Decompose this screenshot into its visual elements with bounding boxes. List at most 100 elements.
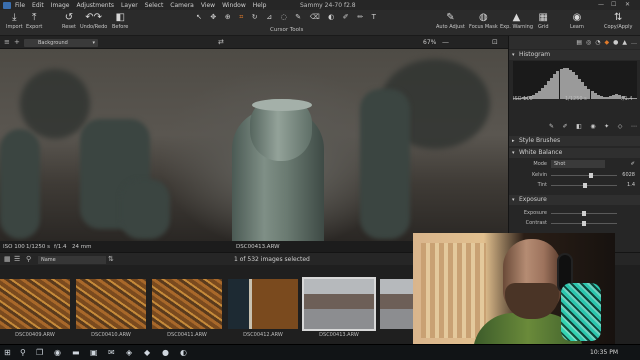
- layer-select[interactable]: Background ▾: [24, 39, 98, 47]
- learn-button[interactable]: ◉ Learn: [570, 12, 584, 30]
- white-balance-header[interactable]: ▾ White Balance: [509, 148, 640, 158]
- auto-adjust-button[interactable]: ✎ Auto Adjust: [436, 12, 465, 30]
- capture-one-taskbar-icon[interactable]: ◐: [180, 348, 187, 357]
- task-view-icon[interactable]: ❐: [36, 348, 43, 357]
- thumbnail-image-selected[interactable]: [302, 277, 376, 331]
- tint-slider[interactable]: [551, 183, 617, 188]
- app-icon[interactable]: ◈: [126, 348, 132, 357]
- start-icon[interactable]: ⊞: [4, 348, 11, 357]
- thumbnail-image[interactable]: [228, 279, 298, 329]
- minimize-icon[interactable]: —: [598, 1, 604, 8]
- tab-lens-icon[interactable]: ◔: [595, 39, 600, 46]
- sort-select[interactable]: Name: [38, 256, 106, 264]
- crop-tool-icon[interactable]: ⌗: [239, 13, 243, 24]
- kelvin-slider-knob[interactable]: [589, 173, 594, 178]
- tint-value[interactable]: 1.4: [627, 182, 635, 188]
- erase-mask-icon[interactable]: ✐: [563, 123, 568, 130]
- mail-icon[interactable]: ✉: [108, 348, 115, 357]
- color-picker-tool-icon[interactable]: ✐: [343, 13, 349, 24]
- sync-icon[interactable]: ⇄: [218, 38, 224, 46]
- kelvin-value[interactable]: 6028: [622, 172, 635, 178]
- sort-direction-icon[interactable]: ⇅: [108, 255, 114, 263]
- zoom-slider-icon[interactable]: —: [442, 38, 449, 46]
- zoom-tool-icon[interactable]: ⊕: [225, 13, 231, 24]
- magic-brush-icon[interactable]: ✦: [604, 123, 609, 130]
- info-iso: ISO 100: [3, 244, 25, 250]
- exposure-slider[interactable]: [551, 211, 617, 216]
- before-button[interactable]: ◧ Before: [112, 12, 128, 30]
- auto-adjust-icon: ✎: [446, 12, 455, 23]
- tint-slider-knob[interactable]: [583, 183, 588, 188]
- maximize-icon[interactable]: ☐: [611, 1, 616, 8]
- style-brushes-header[interactable]: ▸ Style Brushes: [509, 136, 640, 146]
- reset-button[interactable]: ↺ Reset: [62, 12, 76, 30]
- thumbnail-name: DSC00413.ARW: [319, 332, 359, 338]
- learn-icon: ◉: [572, 12, 582, 23]
- draw-mask-icon[interactable]: ✎: [549, 123, 554, 130]
- menu-layer[interactable]: Layer: [121, 2, 138, 9]
- folder-icon[interactable]: ▬: [72, 348, 80, 357]
- menu-file[interactable]: File: [15, 2, 25, 9]
- app-icon[interactable]: ◆: [144, 348, 150, 357]
- undo-redo-button[interactable]: ↶↷ Undo/Redo: [80, 12, 107, 30]
- grid-button[interactable]: ▦ Grid: [538, 12, 549, 30]
- menu-adjustments[interactable]: Adjustments: [76, 2, 114, 9]
- menu-window[interactable]: Window: [222, 2, 246, 9]
- eyedropper-icon[interactable]: ✐: [631, 161, 635, 167]
- brush-tool-icon[interactable]: ✎: [295, 13, 301, 24]
- copy-apply-button[interactable]: ⇅ Copy/Apply: [604, 12, 632, 30]
- contrast-slider[interactable]: [551, 221, 617, 226]
- grid-view-icon[interactable]: ▦: [4, 255, 11, 263]
- tab-color-icon[interactable]: ●: [613, 39, 618, 46]
- radial-gradient-icon[interactable]: ◉: [590, 123, 595, 130]
- kelvin-slider[interactable]: [551, 173, 617, 178]
- tab-capture-icon[interactable]: ◎: [586, 39, 591, 46]
- menu-image[interactable]: Image: [51, 2, 70, 9]
- app-icon[interactable]: ●: [162, 348, 169, 357]
- keystone-tool-icon[interactable]: ⊿: [266, 13, 272, 24]
- tab-meta-icon[interactable]: …: [631, 39, 637, 46]
- menu-edit[interactable]: Edit: [32, 2, 44, 9]
- pointer-tool-icon[interactable]: ↖: [196, 13, 202, 24]
- import-button[interactable]: ⤓ Import: [6, 12, 23, 30]
- thumbnail-image[interactable]: [0, 279, 70, 329]
- list-view-icon[interactable]: ☰: [14, 255, 20, 263]
- rotate-tool-icon[interactable]: ↻: [252, 13, 258, 24]
- tab-details-icon[interactable]: ▲: [622, 39, 627, 46]
- menu-camera[interactable]: Camera: [170, 2, 194, 9]
- exposure-slider-knob[interactable]: [582, 211, 586, 216]
- spot-removal-tool-icon[interactable]: ◌: [281, 13, 287, 24]
- store-icon[interactable]: ▣: [90, 348, 98, 357]
- contrast-slider-knob[interactable]: [582, 221, 586, 226]
- export-button[interactable]: ⤒ Export: [26, 12, 42, 30]
- focus-mask-button[interactable]: ◍ Focus Mask: [469, 12, 498, 30]
- pan-tool-icon[interactable]: ✥: [210, 13, 216, 24]
- search-icon[interactable]: ⚲: [20, 348, 26, 357]
- close-icon[interactable]: ✕: [625, 1, 630, 8]
- thumbnail-image[interactable]: [76, 279, 146, 329]
- linear-gradient-icon[interactable]: ◧: [576, 123, 582, 130]
- thumbnail-image[interactable]: [152, 279, 222, 329]
- annotate-tool-icon[interactable]: ✏: [357, 13, 363, 24]
- histogram-section-header[interactable]: ▾ Histogram: [509, 50, 640, 60]
- browser-icon[interactable]: ◉: [54, 348, 61, 357]
- refine-mask-icon[interactable]: ◇: [618, 123, 623, 130]
- eraser-tool-icon[interactable]: ⌫: [310, 13, 320, 24]
- exposure-warning-button[interactable]: ▲ Exp. Warning: [500, 12, 533, 30]
- exposure-header[interactable]: ▾ Exposure: [509, 195, 640, 205]
- text-tool-icon[interactable]: T: [372, 13, 376, 24]
- zoom-level[interactable]: 67%: [423, 39, 436, 46]
- image-viewer[interactable]: [0, 49, 508, 241]
- tab-exposure-icon[interactable]: ◆: [605, 39, 610, 46]
- more-options-icon[interactable]: ⋯: [631, 123, 637, 130]
- filter-icon[interactable]: ⚲: [26, 255, 31, 263]
- wb-mode-select[interactable]: Shot: [551, 160, 605, 168]
- menu-select[interactable]: Select: [145, 2, 164, 9]
- add-layer-icon[interactable]: +: [14, 38, 20, 46]
- gradient-tool-icon[interactable]: ◐: [328, 13, 334, 24]
- menu-help[interactable]: Help: [253, 2, 267, 9]
- fit-icon[interactable]: ⊡: [492, 38, 498, 46]
- menu-view[interactable]: View: [201, 2, 215, 9]
- layers-icon[interactable]: ≡: [4, 38, 10, 46]
- tab-library-icon[interactable]: ▤: [576, 39, 582, 46]
